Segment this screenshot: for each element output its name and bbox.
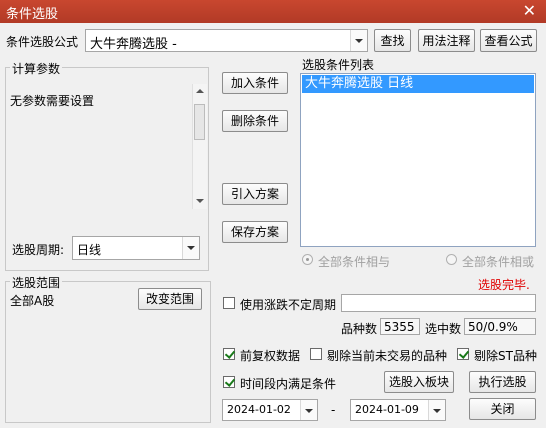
forward-adjust-label: 前复权数据 [240,349,301,363]
exclude-st-checkbox[interactable] [457,348,469,360]
selected-count-value: 50/0.9% [464,318,536,335]
variety-count-label: 品种数 [341,322,378,336]
chevron-down-icon[interactable] [428,400,445,420]
usage-notes-button[interactable]: 用法注释 [418,29,475,52]
formula-label: 条件选股公式 [6,35,79,49]
selected-count-label: 选中数 [425,322,462,336]
close-button[interactable]: 关闭 [469,398,536,420]
window-title: 条件选股 [6,7,59,22]
delete-condition-button[interactable]: 删除条件 [222,110,288,132]
period-label: 选股周期: [12,243,65,257]
scroll-up-icon[interactable] [196,89,204,93]
range-group-label: 选股范围 [10,274,63,291]
condition-stock-picker-window: 条件选股 ✕ 条件选股公式 大牛奔腾选股 - 查找 用法注释 查看公式 计算参数… [0,0,546,433]
change-range-button[interactable]: 改变范围 [138,288,202,310]
bottom-strip [0,428,546,433]
list-item[interactable]: 大牛奔腾选股 日线 [302,75,534,93]
logic-and-radio[interactable] [302,254,313,265]
chevron-down-icon[interactable] [350,30,367,51]
execute-selection-button[interactable]: 执行选股 [469,371,536,393]
view-formula-button[interactable]: 查看公式 [480,29,537,52]
end-date-value: 2024-01-09 [355,403,419,416]
logic-or-radio[interactable] [446,254,457,265]
variable-period-input[interactable] [341,294,536,312]
scroll-thumb[interactable] [194,104,205,140]
add-to-block-button[interactable]: 选股入板块 [384,371,454,393]
add-condition-button[interactable]: 加入条件 [222,72,288,94]
forward-adjust-checkbox[interactable] [223,348,235,360]
period-value: 日线 [77,243,102,257]
formula-select[interactable]: 大牛奔腾选股 - [85,29,368,52]
exclude-st-label: 剔除ST品种 [474,349,537,363]
params-scrollbar[interactable] [192,84,207,209]
status-text: 选股完毕. [478,278,530,292]
range-value: 全部A股 [10,294,55,308]
chevron-down-icon[interactable] [182,237,199,259]
time-range-label: 时间段内满足条件 [240,377,337,391]
scroll-down-icon[interactable] [196,199,204,203]
start-date-value: 2024-01-02 [227,403,291,416]
variety-count-value: 5355 [380,318,420,335]
date-separator: - [331,403,336,417]
exclude-untraded-label: 剔除当前未交易的品种 [327,349,448,363]
chevron-down-icon[interactable] [300,400,317,420]
save-scheme-button[interactable]: 保存方案 [222,221,288,243]
time-range-checkbox[interactable] [223,376,235,388]
close-icon[interactable]: ✕ [523,1,536,20]
logic-or-label: 全部条件相或 [462,255,535,269]
period-select[interactable]: 日线 [72,236,200,260]
variable-period-label: 使用涨跌不定周期 [240,298,337,312]
start-date-picker[interactable]: 2024-01-02 [222,399,318,421]
find-button[interactable]: 查找 [374,29,411,52]
end-date-picker[interactable]: 2024-01-09 [350,399,446,421]
import-scheme-button[interactable]: 引入方案 [222,183,288,205]
params-text: 无参数需要设置 [10,94,95,108]
conditions-list-label: 选股条件列表 [302,58,375,72]
formula-value: 大牛奔腾选股 - [90,37,177,52]
conditions-list[interactable]: 大牛奔腾选股 日线 [300,73,536,247]
params-group-label: 计算参数 [10,60,63,77]
variable-period-checkbox[interactable] [223,297,235,309]
exclude-untraded-checkbox[interactable] [310,348,322,360]
title-bar: 条件选股 ✕ [0,0,546,23]
logic-and-label: 全部条件相与 [318,255,391,269]
